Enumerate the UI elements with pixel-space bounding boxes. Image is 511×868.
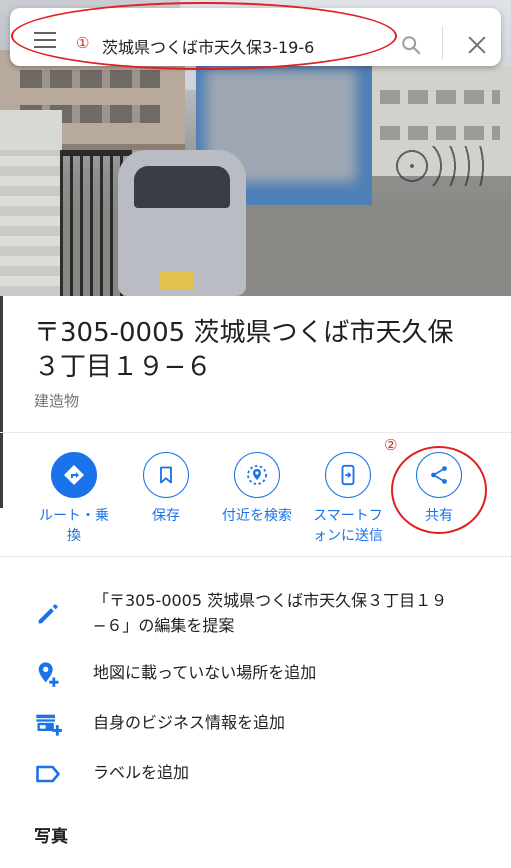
add-label-text: ラベルを追加 [93,763,190,782]
nearby-search-button[interactable]: 付近を検索 [211,452,303,526]
place-title: 〒305-0005 茨城県つくば市天久保 ３丁目１９−６ [34,316,494,384]
divider [0,432,511,433]
place-title-line-1: 〒305-0005 茨城県つくば市天久保 [34,318,454,348]
directions-icon [51,452,97,498]
share-label: 共有 [425,508,453,524]
pencil-icon [38,604,58,624]
label-icon [36,765,60,783]
add-business-icon [36,714,62,736]
send-to-phone-label: スマートフ ォンに送信 [313,508,383,544]
search-input[interactable]: 茨城県つくば市天久保3-19-6 [102,34,314,58]
send-to-phone-icon [325,452,371,498]
save-label: 保存 [152,508,180,524]
add-location-icon [38,662,59,687]
divider [0,556,511,557]
search-bar[interactable]: ① 茨城県つくば市天久保3-19-6 [10,8,501,66]
nearby-search-icon [234,452,280,498]
close-icon[interactable] [466,34,488,56]
nearby-search-label: 付近を検索 [222,508,292,524]
share-icon [416,452,462,498]
bookmark-icon [143,452,189,498]
photos-heading: 写真 [34,827,68,847]
suggest-edit-text: 「〒305-0005 茨城県つくば市天久保３丁目１９ −６」の編集を提案 [93,591,448,635]
place-panel: ① 茨城県つくば市天久保3-19-6 〒305-0005 茨城県つくば市天久保 … [0,0,511,868]
annotation-marker-1: ① [76,34,90,52]
annotation-marker-2: ② [384,436,398,454]
directions-label: ルート・乗 換 [39,508,109,544]
add-business-text: 自身のビジネス情報を追加 [93,713,286,732]
share-button[interactable]: 共有 [393,452,485,526]
menu-icon[interactable] [34,32,56,50]
search-divider [442,26,443,60]
directions-button[interactable]: ルート・乗 換 [28,452,120,546]
search-icon[interactable] [400,34,422,56]
add-missing-place-text: 地図に載っていない場所を追加 [93,663,317,682]
place-title-line-2: ３丁目１９−６ [34,352,212,382]
save-button[interactable]: 保存 [120,452,212,526]
send-to-phone-button[interactable]: スマートフ ォンに送信 [302,452,394,546]
place-category: 建造物 [34,392,80,410]
